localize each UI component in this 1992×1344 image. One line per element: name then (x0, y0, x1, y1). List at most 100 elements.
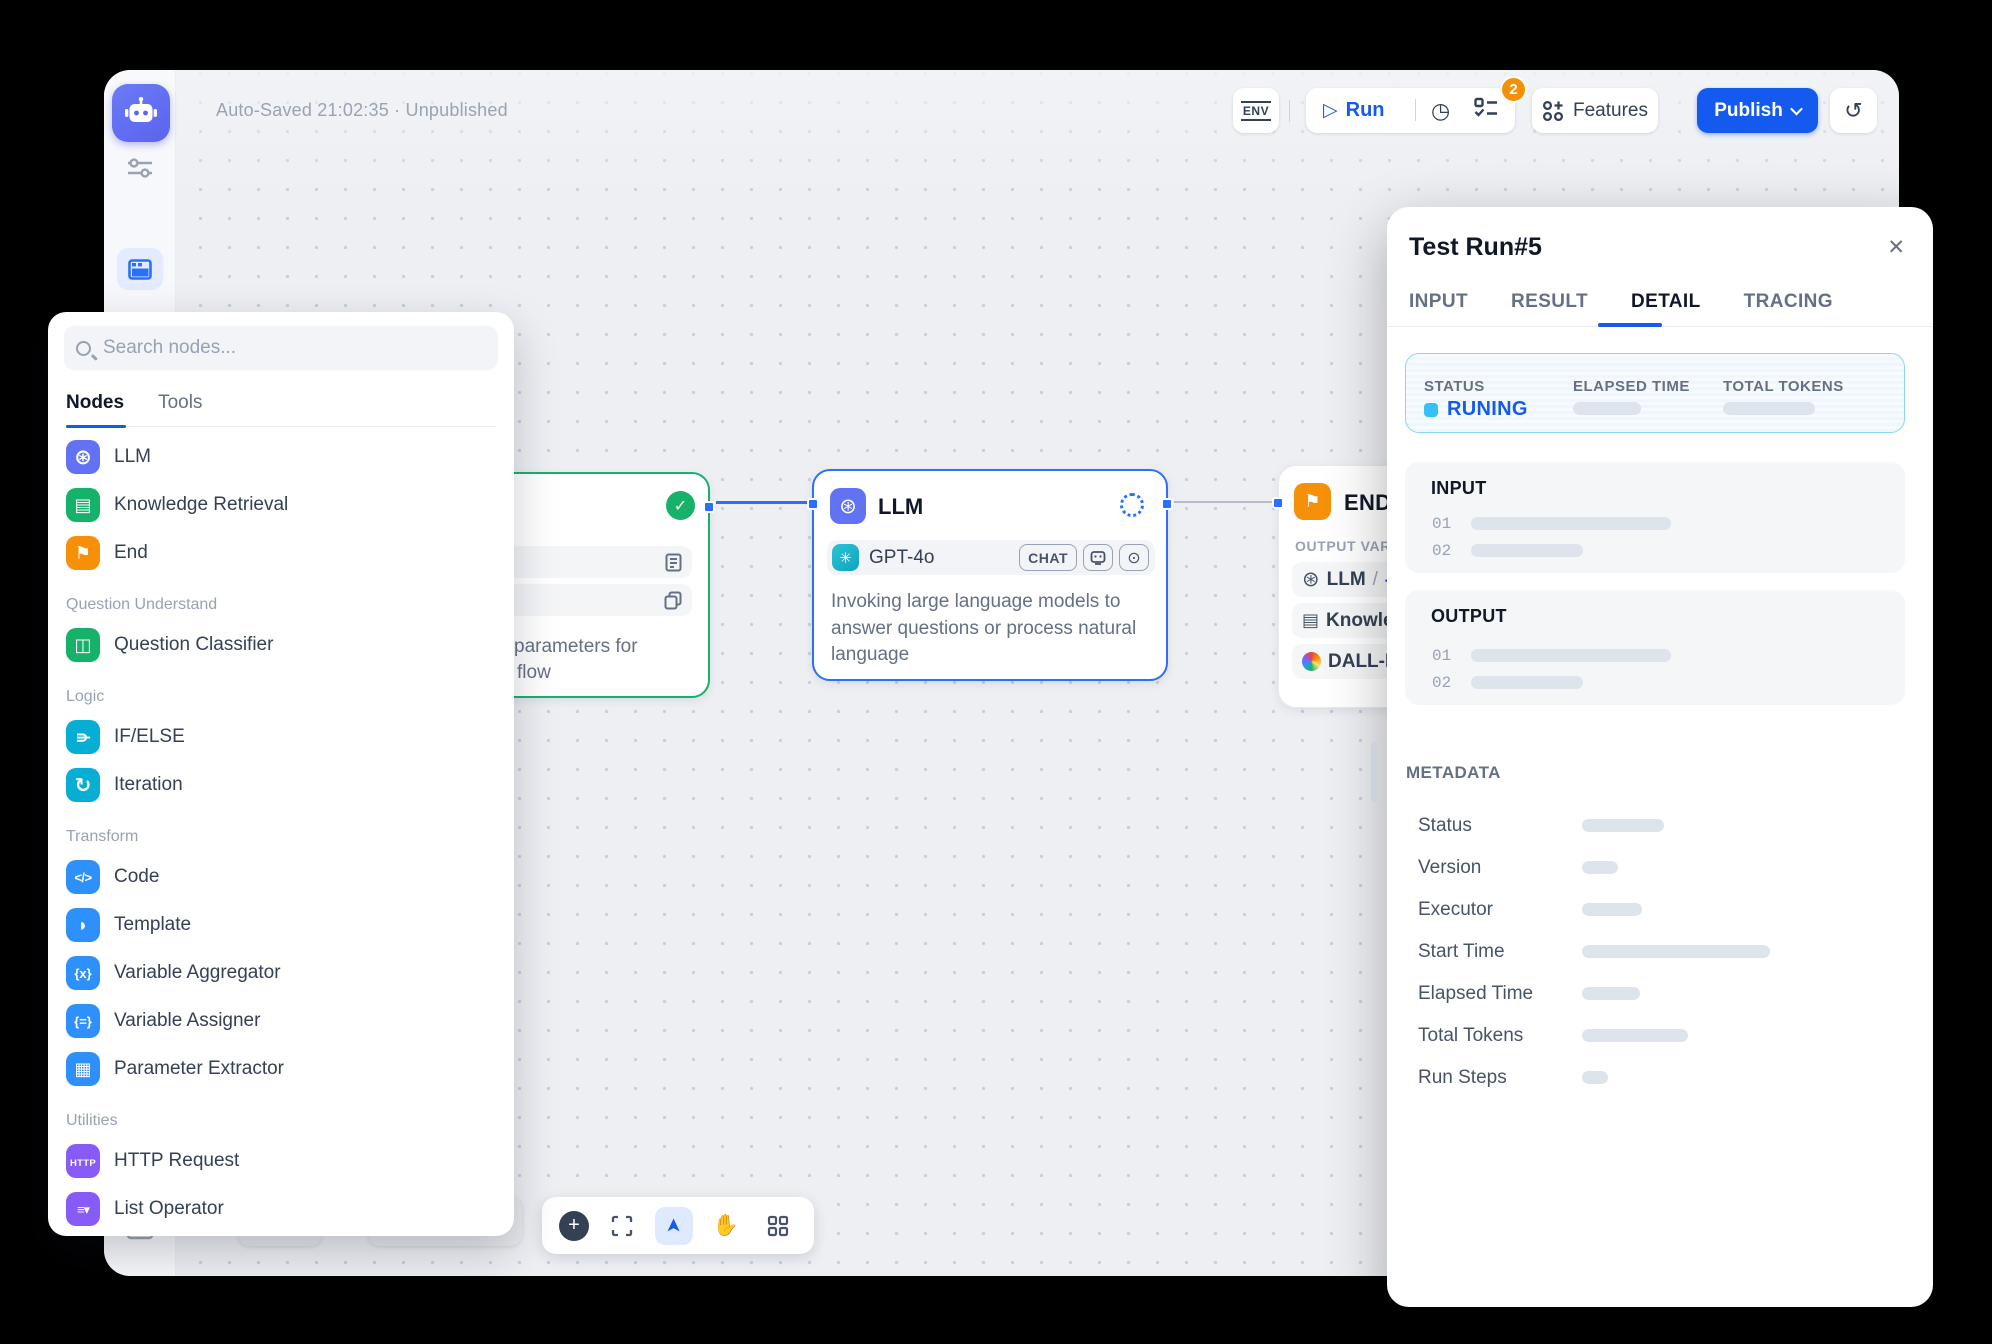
env-icon: ENV (1241, 101, 1271, 121)
meta-elapsed-time-label: Elapsed Time (1418, 983, 1533, 1005)
brain-icon (1302, 567, 1320, 592)
close-icon[interactable]: ✕ (1887, 235, 1905, 260)
notification-badge: 2 (1500, 76, 1527, 103)
tab-result[interactable]: RESULT (1511, 291, 1588, 313)
output-handle[interactable] (1161, 498, 1173, 510)
version-history-button[interactable]: ↺ (1830, 88, 1877, 133)
node-item-http-request[interactable]: HTTP Request (64, 1137, 498, 1185)
autosave-status: Auto-Saved 21:02:35 · Unpublished (216, 100, 508, 121)
selection-frame-icon[interactable] (603, 1207, 641, 1245)
input-handle[interactable] (807, 498, 819, 510)
input-handle[interactable] (1272, 497, 1284, 509)
section-transform: Transform (64, 821, 498, 853)
run-panel-tabs: INPUT RESULT DETAIL TRACING (1409, 291, 1833, 313)
panel-tabs: Nodes Tools (66, 392, 496, 427)
running-spinner-icon (1120, 493, 1144, 517)
checklist-icon[interactable] (1474, 97, 1498, 124)
assigner-icon (66, 1004, 100, 1038)
http-icon (66, 1144, 100, 1178)
tab-tools[interactable]: Tools (158, 392, 202, 414)
input-title: INPUT (1431, 478, 1487, 499)
hand-tool[interactable]: ✋ (707, 1207, 745, 1245)
app-robot-icon[interactable] (112, 84, 170, 142)
node-item-variable-assigner[interactable]: Variable Assigner (64, 997, 498, 1045)
add-node-button[interactable]: + (559, 1211, 589, 1241)
extractor-icon (66, 1052, 100, 1086)
tab-nodes[interactable]: Nodes (66, 392, 124, 414)
node-item-list-operator[interactable]: List Operator (64, 1185, 498, 1233)
active-tab-underline (66, 425, 126, 429)
success-check-icon: ✓ (666, 491, 695, 520)
placeholder-bar (1471, 517, 1671, 530)
features-button[interactable]: Features (1532, 88, 1658, 133)
publish-label: Publish (1714, 100, 1783, 122)
vision-eye-badge[interactable]: ⊙ (1119, 544, 1149, 571)
run-button[interactable]: Run (1346, 99, 1385, 122)
model-name: GPT-4o (869, 547, 1019, 569)
tab-tracing[interactable]: TRACING (1744, 291, 1833, 313)
output-title: OUTPUT (1431, 606, 1507, 627)
row-index: 02 (1432, 542, 1451, 560)
node-item-code[interactable]: Code (64, 853, 498, 901)
book-icon (66, 488, 100, 522)
search-box[interactable] (64, 326, 498, 370)
meta-version-label: Version (1418, 857, 1481, 879)
output-handle[interactable] (703, 501, 715, 513)
node-item-knowledge-retrieval[interactable]: Knowledge Retrieval (64, 481, 498, 529)
input-section: INPUT 01 02 (1405, 462, 1905, 573)
edge-start-to-llm (716, 501, 808, 504)
node-item-parameter-extractor[interactable]: Parameter Extractor (64, 1045, 498, 1093)
llm-node[interactable]: LLM ✳ GPT-4o CHAT ⊙ Invoking large langu… (812, 469, 1168, 681)
preferences-sliders-icon[interactable] (126, 156, 154, 180)
row-index: 02 (1432, 674, 1451, 692)
document-icon (665, 553, 682, 572)
placeholder-bar (1471, 544, 1583, 557)
auto-layout-icon[interactable] (759, 1207, 797, 1245)
play-icon[interactable]: ▷ (1323, 99, 1338, 122)
robot-icon (124, 96, 158, 130)
section-logic: Logic (64, 681, 498, 713)
agent-icon-badge[interactable] (1083, 544, 1113, 571)
node-item-template[interactable]: Template (64, 901, 498, 949)
meta-status-label: Status (1418, 815, 1472, 837)
node-item-question-classifier[interactable]: Question Classifier (64, 621, 498, 669)
status-label: STATUS (1424, 378, 1485, 395)
node-list: LLM Knowledge Retrieval End Question Und… (64, 427, 498, 1233)
env-variables-button[interactable]: ENV (1233, 88, 1279, 133)
nodes-palette-button[interactable] (117, 248, 163, 290)
list-filter-icon (66, 1192, 100, 1226)
aggregator-icon (66, 956, 100, 990)
tab-detail[interactable]: DETAIL (1631, 291, 1701, 313)
node-item-llm[interactable]: LLM (64, 433, 498, 481)
test-run-panel: Test Run#5 ✕ INPUT RESULT DETAIL TRACING… (1387, 207, 1933, 1307)
publish-button[interactable]: Publish (1697, 88, 1818, 133)
chat-mode-badge: CHAT (1019, 544, 1077, 571)
run-button-group: ▷ Run ◷ (1306, 88, 1515, 133)
placeholder-bar (1582, 903, 1642, 916)
window-icon (128, 259, 152, 280)
section-utilities: Utilities (64, 1105, 498, 1137)
llm-node-title: LLM (878, 494, 923, 520)
chevron-down-icon (1790, 103, 1803, 116)
history-icon: ↺ (1844, 98, 1862, 124)
pointer-tool-selected[interactable]: ➤ (655, 1207, 693, 1245)
panel-resize-handle[interactable] (1371, 742, 1378, 802)
node-item-end[interactable]: End (64, 529, 498, 577)
node-item-iteration[interactable]: Iteration (64, 761, 498, 809)
node-item-variable-aggregator[interactable]: Variable Aggregator (64, 949, 498, 997)
run-history-clock-icon[interactable]: ◷ (1431, 98, 1450, 124)
edge-llm-to-end (1174, 501, 1278, 503)
brain-icon (830, 488, 866, 524)
search-input[interactable] (101, 336, 486, 360)
node-item-if-else[interactable]: IF/ELSE (64, 713, 498, 761)
elapsed-time-label: ELAPSED TIME (1573, 378, 1690, 395)
features-icon (1542, 100, 1564, 122)
model-selector[interactable]: ✳ GPT-4o CHAT ⊙ (827, 540, 1155, 575)
template-icon (66, 908, 100, 942)
placeholder-bar (1582, 945, 1770, 958)
placeholder-bar (1582, 1029, 1688, 1042)
placeholder-bar (1582, 987, 1640, 1000)
tab-input[interactable]: INPUT (1409, 291, 1468, 313)
row-index: 01 (1432, 515, 1451, 533)
search-icon (76, 341, 91, 356)
